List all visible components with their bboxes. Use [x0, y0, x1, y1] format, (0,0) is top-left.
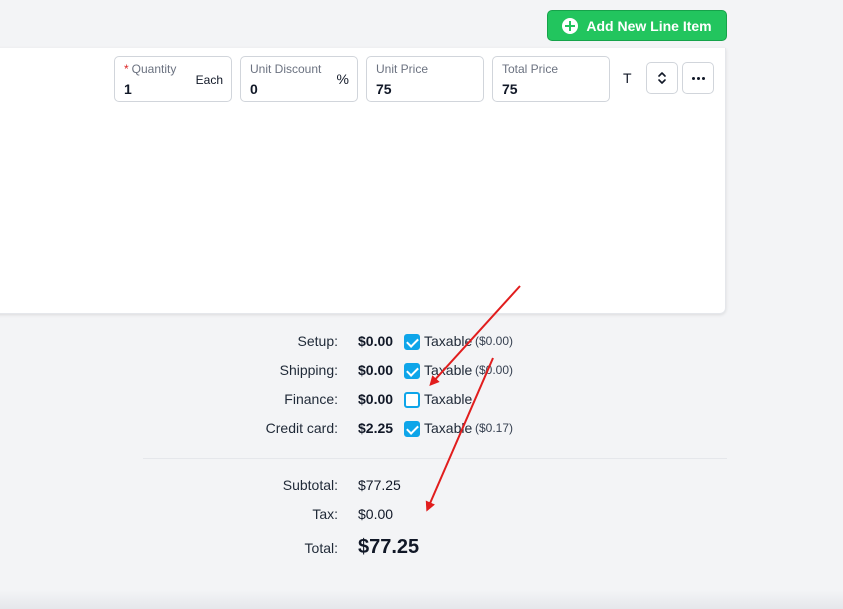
annotation-arrow-tax	[425, 357, 494, 512]
annotation-arrows	[425, 285, 521, 512]
annotation-arrow-finance	[429, 285, 521, 386]
